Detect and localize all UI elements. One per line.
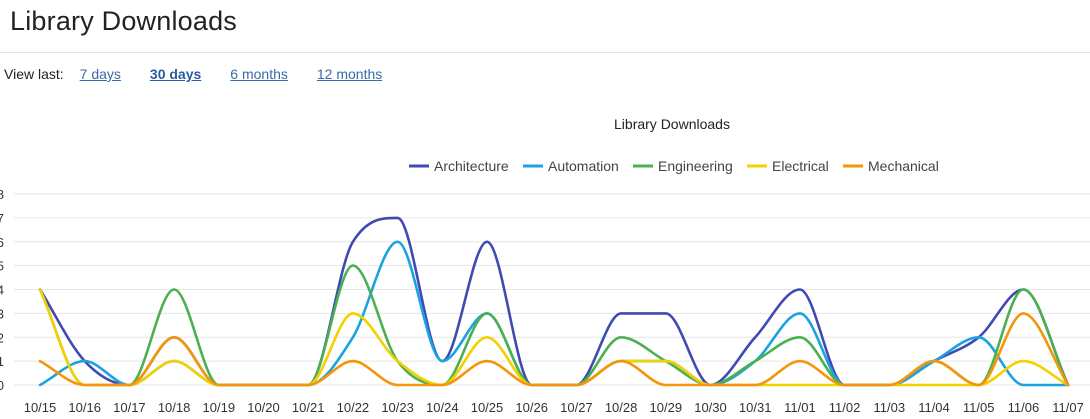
x-tick-label: 10/24 — [426, 400, 459, 415]
legend-item-engineering[interactable]: Engineering — [633, 158, 733, 174]
legend-label: Automation — [548, 158, 619, 174]
view-30-days-link[interactable]: 30 days — [150, 66, 201, 82]
x-tick-label: 10/18 — [158, 400, 191, 415]
x-tick-label: 11/04 — [918, 400, 950, 415]
x-tick-label: 10/16 — [68, 400, 101, 415]
x-tick-label: 10/22 — [337, 400, 370, 415]
page-title: Library Downloads — [10, 6, 238, 36]
x-tick-label: 10/26 — [515, 400, 548, 415]
x-tick-label: 10/30 — [694, 400, 727, 415]
legend-item-automation[interactable]: Automation — [523, 158, 619, 174]
x-tick-label: 10/31 — [739, 400, 772, 415]
x-tick-label: 10/29 — [650, 400, 683, 415]
x-tick-label: 10/19 — [203, 400, 236, 415]
y-tick-label: 1 — [0, 354, 4, 369]
x-tick-label: 10/27 — [560, 400, 593, 415]
legend-label: Electrical — [772, 158, 829, 174]
y-tick-label: 0 — [0, 378, 4, 393]
view-range-selector: View last: 7 days 30 days 6 months 12 mo… — [4, 66, 411, 82]
x-tick-label: 10/20 — [247, 400, 280, 415]
y-tick-label: 5 — [0, 259, 4, 274]
view-range-label: View last: — [4, 66, 64, 82]
legend-label: Engineering — [658, 158, 733, 174]
x-tick-label: 10/21 — [292, 400, 325, 415]
x-tick-label: 10/15 — [24, 400, 57, 415]
legend-item-mechanical[interactable]: Mechanical — [843, 158, 939, 174]
view-7-days-link[interactable]: 7 days — [80, 66, 121, 82]
y-tick-label: 2 — [0, 330, 4, 345]
legend-item-electrical[interactable]: Electrical — [747, 158, 829, 174]
y-tick-label: 3 — [0, 306, 4, 321]
view-12-months-link[interactable]: 12 months — [317, 66, 382, 82]
chart-title: Library Downloads — [614, 116, 730, 132]
legend-item-architecture[interactable]: Architecture — [409, 158, 509, 174]
x-tick-label: 11/01 — [784, 400, 816, 415]
legend-label: Architecture — [434, 158, 509, 174]
header-divider — [0, 52, 1090, 53]
x-tick-label: 10/23 — [381, 400, 414, 415]
x-tick-label: 10/17 — [113, 400, 146, 415]
y-tick-label: 6 — [0, 235, 4, 250]
x-tick-label: 11/03 — [874, 400, 906, 415]
view-6-months-link[interactable]: 6 months — [230, 66, 288, 82]
x-tick-label: 11/05 — [963, 400, 995, 415]
x-tick-label: 10/25 — [471, 400, 504, 415]
y-tick-label: 4 — [0, 283, 4, 298]
series-line-engineering[interactable] — [38, 264, 1070, 387]
y-tick-label: 7 — [0, 211, 4, 226]
downloads-line-chart: Library Downloads Architecture Automation E… — [0, 116, 1090, 415]
x-tick-label: 11/07 — [1052, 400, 1084, 415]
x-tick-label: 11/06 — [1008, 400, 1040, 415]
x-tick-label: 10/28 — [605, 400, 638, 415]
y-tick-label: 8 — [0, 187, 4, 202]
legend-label: Mechanical — [868, 158, 939, 174]
x-tick-label: 11/02 — [829, 400, 861, 415]
